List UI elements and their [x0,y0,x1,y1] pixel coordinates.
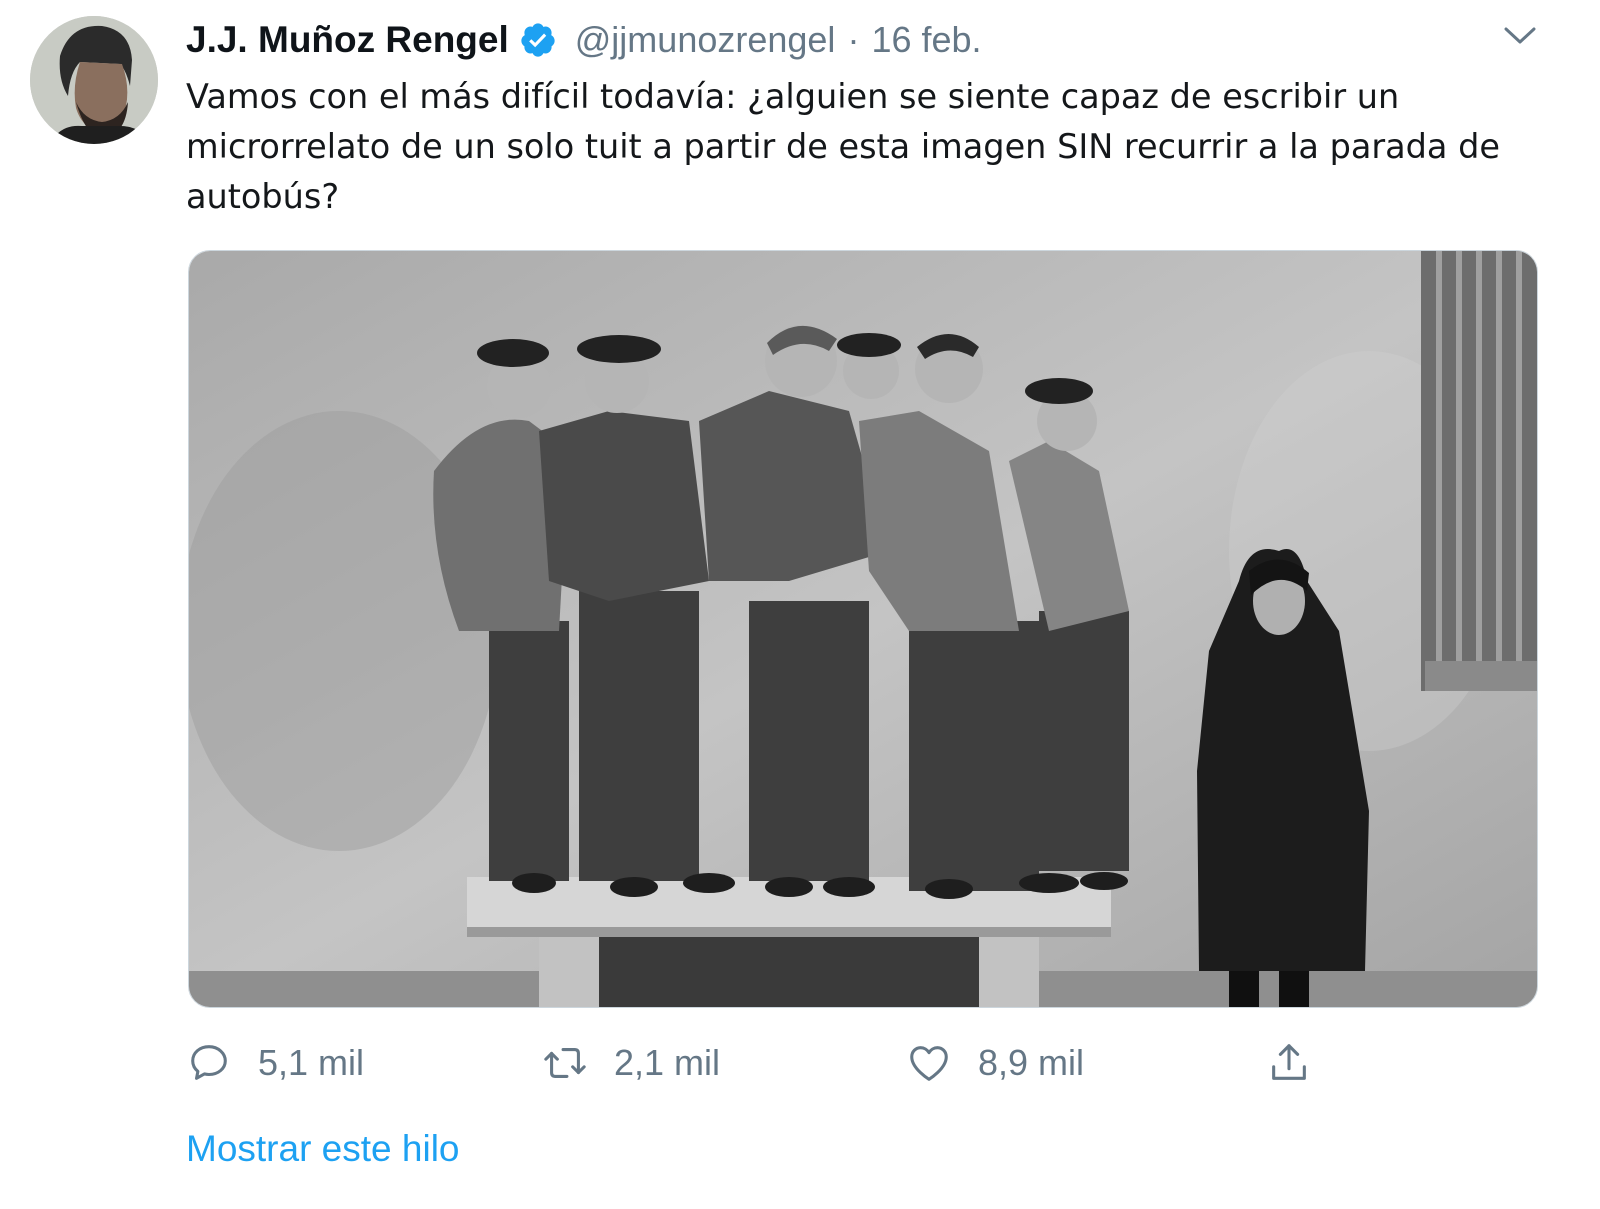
like-count: 8,9 mil [978,1042,1085,1083]
tweet-photo[interactable] [188,250,1538,1008]
show-thread-link[interactable]: Mostrar este hilo [186,1128,460,1170]
verified-badge-icon [521,23,555,57]
tweet-header: J.J. Muñoz Rengel @jjmunozrengel · 16 fe… [186,14,982,66]
reply-button[interactable]: 5,1 mil [186,1036,364,1090]
reply-icon [191,1045,227,1080]
retweet-icon [544,1048,586,1078]
tweet-actions: 5,1 mil 2,1 mil 8,9 mil [186,1036,1366,1090]
author-avatar[interactable] [30,16,158,144]
reply-count: 5,1 mil [258,1042,365,1083]
photo-image [189,251,1537,1007]
chevron-down-icon[interactable] [1500,18,1540,52]
like-button[interactable]: 8,9 mil [906,1036,1084,1090]
heart-icon [910,1046,948,1081]
retweet-count: 2,1 mil [614,1042,721,1083]
tweet-date[interactable]: 16 feb. [871,19,981,61]
retweet-button[interactable]: 2,1 mil [542,1036,720,1090]
author-handle[interactable]: @jjmunozrengel [575,19,836,61]
share-icon [1272,1044,1306,1080]
header-separator: · [847,19,860,60]
author-name[interactable]: J.J. Muñoz Rengel [186,19,509,61]
avatar-image [30,16,158,144]
share-button[interactable] [1266,1036,1312,1090]
tweet-text: Vamos con el más difícil todavía: ¿algui… [186,77,1500,216]
